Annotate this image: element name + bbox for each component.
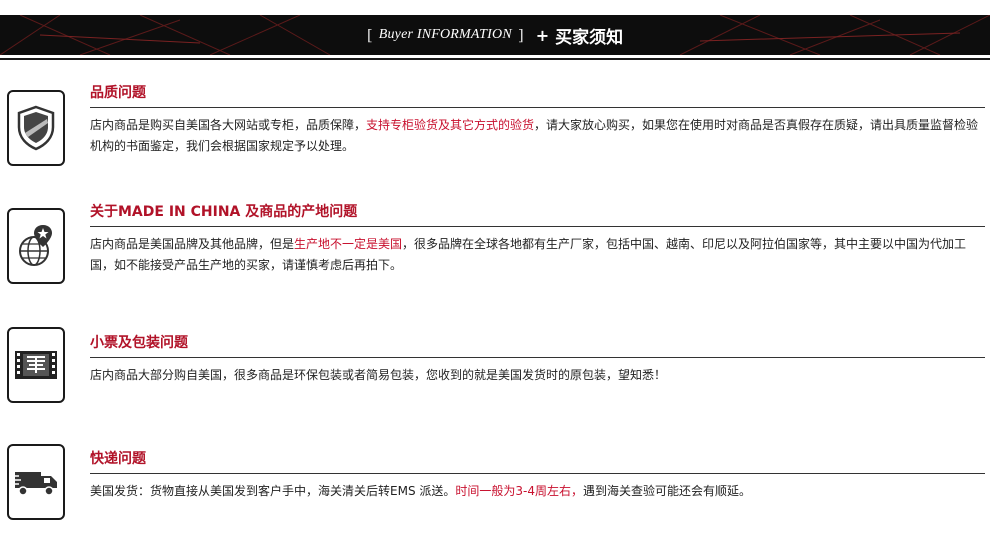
section-body: 店内商品是购买自美国各大网站或专柜，品质保障，支持专柜验货及其它方式的验货，请大… [90, 115, 985, 157]
section-delivery: 快递问题 美国发货：货物直接从美国发到客户手中，海关清关后转EMS 派送。时间一… [0, 444, 990, 528]
section-rule [90, 473, 985, 474]
section-title: 快递问题 [90, 451, 146, 467]
title-chinese: 买家须知 [555, 27, 624, 48]
body-highlight: 生产地不一定是美国 [294, 237, 403, 251]
section-packaging: 小票及包装问题 店内商品大部分购自美国，很多商品是环保包装或者简易包装，您收到的… [0, 327, 990, 412]
section-rule [90, 107, 985, 108]
section-origin: 关于MADE IN CHINA 及商品的产地问题 店内商品是美国品牌及其他品牌，… [0, 201, 990, 291]
banner-rule [0, 58, 990, 60]
receipt-film-icon [7, 327, 65, 403]
section-quality: 品质问题 店内商品是购买自美国各大网站或专柜，品质保障，支持专柜验货及其它方式的… [0, 82, 990, 172]
shield-icon [7, 90, 65, 166]
header-banner: [ Buyer INFORMATION ] + 买家须知 [0, 15, 990, 55]
section-rule [90, 357, 985, 358]
banner-title: [ Buyer INFORMATION ] + 买家须知 [0, 15, 990, 55]
bracket-open: [ [366, 26, 373, 44]
body-text: 店内商品大部分购自美国，很多商品是环保包装或者简易包装，您收到的就是美国发货时的… [90, 368, 667, 382]
section-body: 店内商品是美国品牌及其他品牌，但是生产地不一定是美国，很多品牌在全球各地都有生产… [90, 234, 985, 276]
section-body: 美国发货：货物直接从美国发到客户手中，海关清关后转EMS 派送。时间一般为3-4… [90, 481, 985, 502]
body-text: 店内商品是美国品牌及其他品牌，但是 [90, 237, 295, 251]
body-highlight: 支持专柜验货及其它方式的验货 [366, 118, 535, 132]
globe-location-icon [7, 208, 65, 284]
body-text: 美国发货：货物直接从美国发到客户手中，海关清关后转EMS 派送。 [90, 484, 456, 498]
body-text: 遇到海关查验可能还会有顺延。 [582, 484, 751, 498]
section-body: 店内商品大部分购自美国，很多商品是环保包装或者简易包装，您收到的就是美国发货时的… [90, 365, 985, 386]
section-title: 关于MADE IN CHINA 及商品的产地问题 [90, 204, 358, 220]
title-english: Buyer INFORMATION [378, 27, 512, 42]
section-title: 品质问题 [90, 85, 146, 101]
section-title: 小票及包装问题 [90, 335, 188, 351]
bracket-close: ] [517, 26, 524, 44]
title-plus: + [535, 25, 550, 45]
delivery-truck-icon [7, 444, 65, 520]
section-rule [90, 226, 985, 227]
body-text: 店内商品是购买自美国各大网站或专柜，品质保障， [90, 118, 367, 132]
body-highlight: 时间一般为3-4周左右， [455, 484, 583, 498]
